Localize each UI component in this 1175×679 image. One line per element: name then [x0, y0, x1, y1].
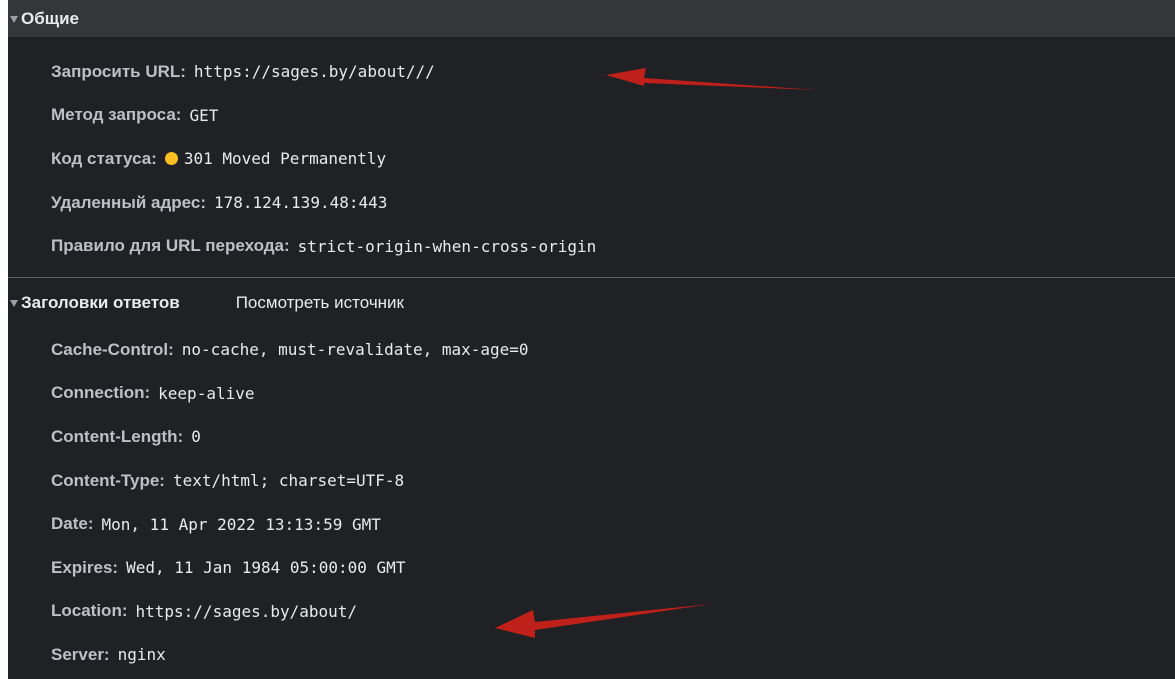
request-method-row: Метод запроса: GET: [8, 94, 1175, 138]
header-row-content-length: Content-Length: 0: [8, 415, 1175, 459]
headers-panel: Общие Запросить URL: https://sages.by/ab…: [8, 0, 1175, 679]
header-key: Location:: [51, 601, 128, 621]
header-row-cache-control: Cache-Control: no-cache, must-revalidate…: [8, 328, 1175, 372]
header-key: Expires:: [51, 557, 119, 577]
header-row-server: Server: nginx: [8, 633, 1175, 677]
remote-address-value[interactable]: 178.124.139.48:443: [214, 193, 387, 212]
remote-address-key: Удаленный адрес:: [51, 192, 206, 212]
header-key: Server:: [51, 644, 110, 664]
response-headers-section: Cache-Control: no-cache, must-revalidate…: [8, 328, 1175, 677]
header-value[interactable]: https://sages.by/about/: [136, 602, 358, 621]
response-headers-section-header[interactable]: Заголовки ответов Посмотреть источник: [8, 278, 1175, 328]
request-url-value[interactable]: https://sages.by/about///: [194, 62, 435, 81]
general-section-title: Общие: [21, 8, 79, 28]
request-method-value[interactable]: GET: [189, 106, 218, 125]
header-key: Connection:: [51, 383, 151, 403]
request-method-key: Метод запроса:: [51, 105, 182, 125]
header-row-content-type: Content-Type: text/html; charset=UTF-8: [8, 459, 1175, 503]
header-value[interactable]: 0: [191, 427, 201, 446]
expand-triangle-icon[interactable]: [10, 299, 18, 307]
referrer-policy-row: Правило для URL перехода: strict-origin-…: [8, 224, 1175, 268]
referrer-policy-value[interactable]: strict-origin-when-cross-origin: [298, 237, 597, 256]
header-key: Cache-Control:: [51, 339, 174, 359]
status-code-row: Код статуса: 301 Moved Permanently: [8, 137, 1175, 181]
header-key: Content-Type:: [51, 470, 165, 490]
expand-triangle-icon[interactable]: [10, 15, 18, 23]
request-url-row: Запросить URL: https://sages.by/about///: [8, 50, 1175, 94]
header-row-date: Date: Mon, 11 Apr 2022 13:13:59 GMT: [8, 502, 1175, 546]
status-code-value[interactable]: 301 Moved Permanently: [184, 149, 386, 168]
request-url-key: Запросить URL:: [51, 61, 186, 81]
header-value[interactable]: nginx: [118, 645, 166, 664]
response-headers-title: Заголовки ответов: [21, 292, 180, 312]
header-row-location: Location: https://sages.by/about/: [8, 590, 1175, 634]
status-dot-icon: [164, 152, 178, 166]
header-row-expires: Expires: Wed, 11 Jan 1984 05:00:00 GMT: [8, 546, 1175, 590]
header-key: Content-Length:: [51, 426, 184, 446]
referrer-policy-key: Правило для URL перехода:: [51, 236, 290, 256]
header-value[interactable]: Mon, 11 Apr 2022 13:13:59 GMT: [102, 515, 381, 534]
remote-address-row: Удаленный адрес: 178.124.139.48:443: [8, 181, 1175, 225]
status-code-key: Код статуса:: [51, 148, 157, 168]
view-source-link[interactable]: Посмотреть источник: [236, 293, 404, 313]
header-row-connection: Connection: keep-alive: [8, 372, 1175, 416]
general-section: Запросить URL: https://sages.by/about///…: [8, 37, 1175, 268]
general-section-header[interactable]: Общие: [8, 0, 1175, 37]
header-value[interactable]: keep-alive: [158, 384, 254, 403]
header-value[interactable]: no-cache, must-revalidate, max-age=0: [182, 340, 529, 359]
header-value[interactable]: text/html; charset=UTF-8: [173, 471, 404, 490]
header-key: Date:: [51, 514, 94, 534]
header-value[interactable]: Wed, 11 Jan 1984 05:00:00 GMT: [126, 558, 405, 577]
